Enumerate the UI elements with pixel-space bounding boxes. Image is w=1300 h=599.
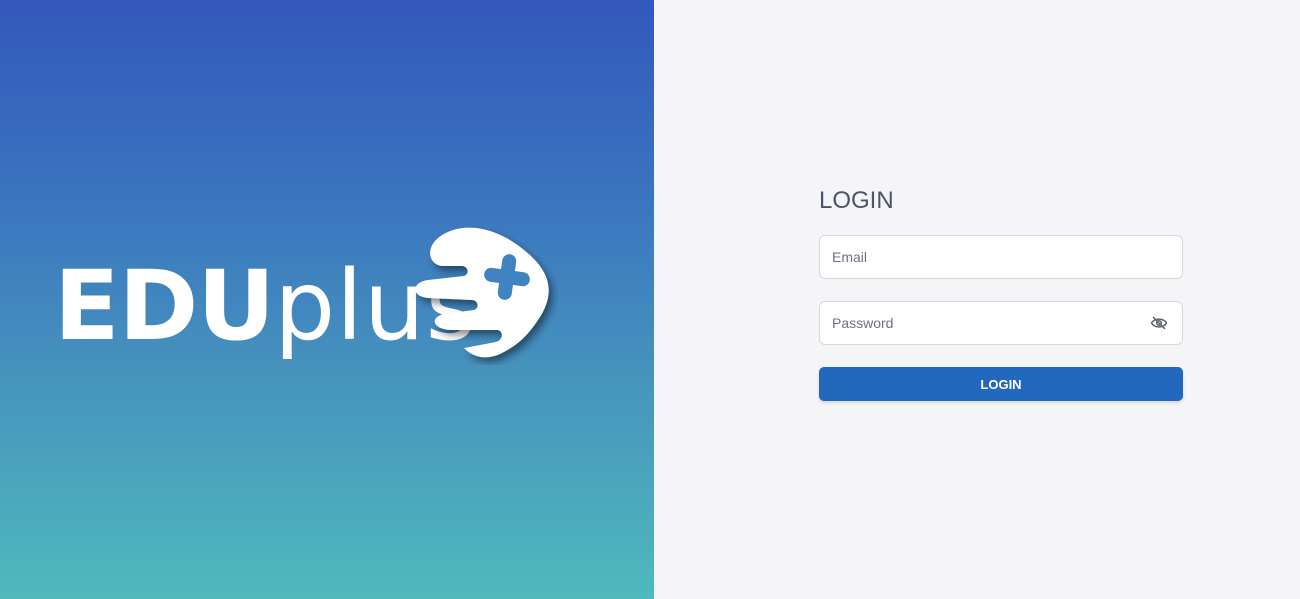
eduplus-emblem-icon <box>415 227 549 358</box>
password-input[interactable] <box>820 302 1182 344</box>
email-field-wrapper <box>819 235 1183 279</box>
password-field-wrapper <box>819 301 1183 345</box>
eye-off-icon[interactable] <box>1150 315 1168 331</box>
login-form: LOGIN LOGIN <box>819 186 1183 401</box>
brand-panel: EDUplus <box>0 0 654 599</box>
logo-text-edu: EDU <box>54 250 275 362</box>
login-button[interactable]: LOGIN <box>819 367 1183 401</box>
eduplus-logo: EDUplus <box>54 220 564 370</box>
login-page: EDUplus LOGIN Email LOGIN <box>0 0 1300 599</box>
login-panel: LOGIN LOGIN <box>654 0 1300 599</box>
login-title: LOGIN <box>819 187 894 214</box>
email-input[interactable] <box>820 236 1182 278</box>
